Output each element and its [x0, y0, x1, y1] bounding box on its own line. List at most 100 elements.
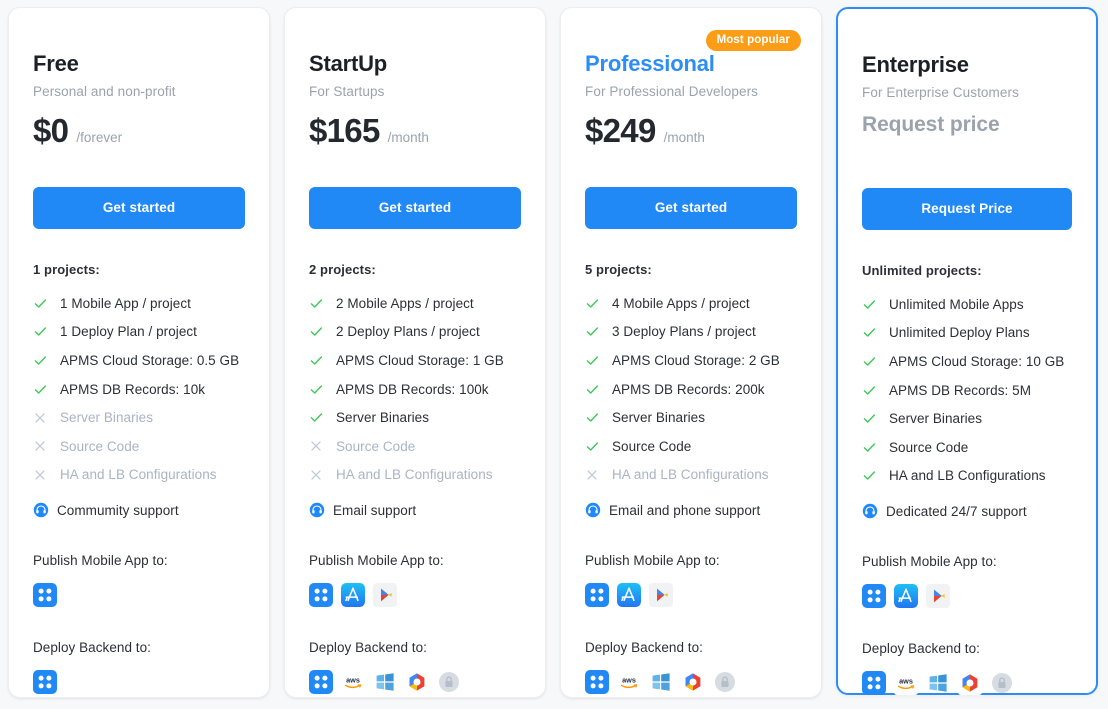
cross-icon: [309, 468, 329, 482]
app-store-icon[interactable]: [894, 584, 918, 609]
azure-icon[interactable]: [649, 670, 673, 694]
google-play-icon[interactable]: [649, 583, 673, 608]
feature-item: HA and LB Configurations: [309, 461, 521, 490]
cross-icon: [33, 439, 53, 453]
apms-icon[interactable]: [33, 670, 57, 695]
feature-item: 2 Mobile Apps / project: [309, 289, 521, 318]
feature-label: APMS DB Records: 100k: [336, 381, 489, 397]
check-icon: [33, 296, 53, 311]
google-cloud-icon[interactable]: [405, 670, 429, 695]
feature-item: Server Binaries: [585, 403, 797, 432]
aws-icon[interactable]: aws: [617, 670, 641, 695]
headset-icon: [862, 503, 878, 519]
feature-list: 2 Mobile Apps / project 2 Deploy Plans / …: [309, 289, 521, 489]
feature-label: HA and LB Configurations: [612, 467, 769, 483]
support-row: Email support: [309, 502, 521, 518]
plan-price: Request price: [862, 113, 1072, 153]
apms-icon[interactable]: [309, 583, 333, 608]
locked-icon[interactable]: [437, 670, 461, 694]
support-label: Email support: [333, 502, 417, 518]
google-play-icon[interactable]: [373, 583, 397, 608]
check-icon: [585, 296, 605, 311]
app-store-icon[interactable]: [617, 583, 641, 608]
feature-item: HA and LB Configurations: [33, 461, 245, 490]
feature-list: 4 Mobile Apps / project 3 Deploy Plans / …: [585, 289, 797, 489]
check-icon: [585, 439, 605, 454]
feature-item: HA and LB Configurations: [585, 461, 797, 490]
azure-icon[interactable]: [926, 671, 950, 695]
feature-label: Server Binaries: [612, 410, 706, 426]
check-icon: [309, 382, 329, 397]
feature-label: Server Binaries: [889, 411, 983, 427]
feature-label: APMS Cloud Storage: 1 GB: [336, 352, 504, 368]
deploy-target-icons: aws: [585, 669, 797, 695]
svg-text:aws: aws: [346, 676, 360, 685]
deploy-target-icons: aws: [862, 670, 1072, 696]
check-icon: [309, 410, 329, 425]
feature-label: 2 Mobile Apps / project: [336, 295, 474, 311]
check-icon: [862, 325, 882, 340]
plan-price: $0/forever: [33, 112, 245, 152]
feature-label: Source Code: [336, 438, 416, 454]
plan-name: StartUp: [309, 51, 388, 76]
price-amount: $249: [585, 112, 656, 149]
app-store-icon[interactable]: [341, 583, 365, 608]
google-cloud-icon[interactable]: [681, 670, 705, 695]
locked-icon[interactable]: [990, 671, 1014, 695]
feature-label: Source Code: [612, 438, 692, 454]
feature-item: APMS DB Records: 100k: [309, 375, 521, 404]
aws-icon[interactable]: aws: [341, 670, 365, 695]
feature-label: 2 Deploy Plans / project: [336, 324, 480, 340]
check-icon: [862, 411, 882, 426]
support-label: Dedicated 24/7 support: [886, 503, 1027, 519]
price-period: /month: [663, 130, 705, 145]
azure-icon[interactable]: [373, 670, 397, 694]
check-icon: [309, 353, 329, 368]
plan-cta-button[interactable]: Request Price: [862, 188, 1072, 230]
price-amount: Request price: [862, 113, 1000, 136]
apms-icon[interactable]: [862, 671, 886, 696]
feature-label: Unlimited Deploy Plans: [889, 325, 1030, 341]
feature-item: Source Code: [309, 432, 521, 461]
feature-label: APMS Cloud Storage: 10 GB: [889, 353, 1065, 369]
deploy-section-label: Deploy Backend to:: [309, 640, 427, 656]
aws-icon[interactable]: aws: [894, 671, 918, 696]
publish-section-label: Publish Mobile App to:: [585, 553, 720, 569]
plan-cta-button[interactable]: Get started: [585, 187, 797, 229]
pricing-plans-grid: Free Personal and non-profit $0/forever Get…: [0, 0, 1108, 709]
feature-item: HA and LB Configurations: [862, 462, 1072, 491]
feature-label: APMS Cloud Storage: 2 GB: [612, 352, 780, 368]
apms-icon[interactable]: [585, 670, 609, 695]
plan-card-professional: Most popular Professional For Professional…: [560, 7, 822, 698]
feature-label: 1 Deploy Plan / project: [60, 324, 197, 340]
check-icon: [862, 468, 882, 483]
deploy-section-label: Deploy Backend to:: [862, 641, 980, 657]
support-label: Commumity support: [57, 502, 179, 518]
apms-icon[interactable]: [585, 583, 609, 608]
projects-count-label: Unlimited projects:: [862, 263, 982, 278]
feature-item: Source Code: [33, 432, 245, 461]
headset-icon: [33, 502, 49, 518]
feature-label: 3 Deploy Plans / project: [612, 324, 756, 340]
locked-icon[interactable]: [713, 670, 737, 694]
feature-label: APMS DB Records: 200k: [612, 381, 765, 397]
deploy-section-label: Deploy Backend to:: [33, 640, 151, 656]
apms-icon[interactable]: [33, 583, 57, 608]
feature-label: HA and LB Configurations: [60, 467, 217, 483]
apms-icon[interactable]: [309, 670, 333, 695]
plan-cta-button[interactable]: Get started: [33, 187, 245, 229]
apms-icon[interactable]: [862, 584, 886, 609]
google-play-icon[interactable]: [926, 584, 950, 609]
google-cloud-icon[interactable]: [958, 671, 982, 696]
feature-label: Source Code: [60, 438, 140, 454]
feature-label: APMS Cloud Storage: 0.5 GB: [60, 352, 240, 368]
feature-item: 1 Deploy Plan / project: [33, 318, 245, 347]
plan-cta-button[interactable]: Get started: [309, 187, 521, 229]
support-row: Dedicated 24/7 support: [862, 503, 1072, 519]
plan-card-enterprise: Enterprise For Enterprise Customers Reques…: [836, 7, 1098, 696]
feature-item: APMS Cloud Storage: 2 GB: [585, 346, 797, 375]
cross-icon: [33, 411, 53, 425]
plan-name: Free: [33, 51, 79, 76]
plan-tagline: For Startups: [309, 84, 385, 99]
feature-label: Server Binaries: [336, 410, 430, 426]
